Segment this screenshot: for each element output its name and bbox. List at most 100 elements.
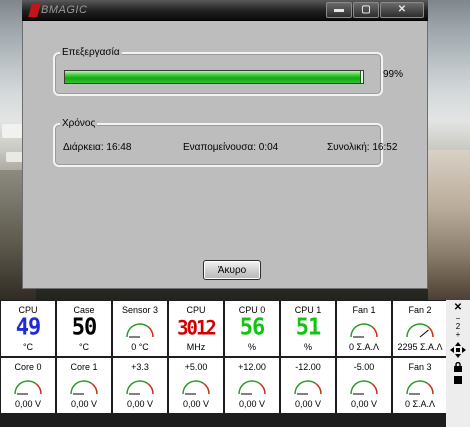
- cancel-button[interactable]: Άκυρο: [203, 260, 261, 280]
- sensor-value: 0,00 V: [238, 399, 266, 409]
- gauge-arc: [427, 383, 434, 395]
- sensor-cell[interactable]: Case 50 °C: [57, 301, 111, 356]
- processing-group: Επεξεργασία 99%: [53, 47, 403, 96]
- gauge-dial: [406, 380, 434, 395]
- gauge-arc: [427, 326, 434, 338]
- time-group: Χρόνος Διάρκεια: 16:48 Εναπομείνουσα: 0:…: [53, 118, 397, 167]
- sensor-cell[interactable]: +5.00 0,00 V: [169, 358, 223, 413]
- sensor-cell[interactable]: CPU 0 56%: [225, 301, 279, 356]
- sensor-title: Fan 1: [352, 305, 376, 315]
- gauge-arc: [238, 380, 261, 395]
- gadget-close-button[interactable]: ✕: [446, 303, 470, 313]
- gauge-dial: [406, 323, 434, 338]
- title-bar[interactable]: BMAGIC ▬ ▢ ✕: [22, 0, 428, 21]
- gauge-arc: [203, 383, 210, 395]
- progress-bar: [64, 70, 364, 84]
- remaining-text: Εναπομείνουσα: 0:04: [183, 142, 279, 153]
- sensor-cell[interactable]: CPU 3012 MHz: [169, 301, 223, 356]
- gauge-arc: [371, 326, 378, 338]
- gauge-dial: [126, 323, 154, 338]
- sensor-title: Core 0: [14, 362, 42, 372]
- sensor-value: 0,00 V: [70, 399, 98, 409]
- sensor-value: 2295 Σ.Α.Λ: [397, 342, 443, 352]
- gauge-dial: [182, 380, 210, 395]
- sensor-cell[interactable]: Core 0 0,00 V: [1, 358, 55, 413]
- progress-bar-fill: [65, 71, 362, 83]
- gauge-arc: [350, 323, 373, 338]
- sensor-value: 0,00 V: [294, 399, 322, 409]
- gauge-arc: [406, 323, 429, 338]
- sensor-value: MHz: [186, 342, 206, 352]
- maximize-button[interactable]: ▢: [353, 2, 379, 18]
- sensor-digits: 56: [239, 314, 266, 341]
- app-logo-text: BMAGIC: [41, 4, 88, 16]
- duration-text: Διάρκεια: 16:48: [63, 142, 132, 153]
- gauge-arc: [14, 380, 37, 395]
- gauge-arc: [147, 326, 154, 338]
- sensor-value: 0,00 V: [182, 399, 210, 409]
- sensor-gadget: CPU 49 °C Case 50 °C Sensor 30 °C CPU 3012 MHz CPU…: [0, 300, 470, 427]
- gauge-dial: [294, 380, 322, 395]
- gauge-dial: [350, 323, 378, 338]
- total-text: Συνολική: 16:52: [327, 142, 398, 153]
- sensor-title: -5.00: [353, 362, 375, 372]
- sensor-cell[interactable]: Fan 3 0 Σ.Α.Λ: [393, 358, 447, 413]
- gadget-size-up-button[interactable]: +: [446, 330, 470, 340]
- processing-group-label: Επεξεργασία: [60, 47, 122, 58]
- gauge-arc: [371, 383, 378, 395]
- gauge-dial: [126, 380, 154, 395]
- sensor-cell[interactable]: Fan 1 0 Σ.Α.Λ: [337, 301, 391, 356]
- sensor-cell[interactable]: Core 1 0,00 V: [57, 358, 111, 413]
- gauge-arc: [406, 380, 429, 395]
- sensor-cell[interactable]: Sensor 3 0 °C: [113, 301, 167, 356]
- sensor-digits: 3012: [177, 316, 217, 340]
- sensor-value: °C: [78, 342, 90, 352]
- sensor-title: -12.00: [295, 362, 321, 372]
- gauge-dial: [70, 380, 98, 395]
- background-rocks: [428, 150, 470, 300]
- sensor-cell[interactable]: -5.00 0,00 V: [337, 358, 391, 413]
- app-logo-icon: [28, 3, 41, 17]
- sensor-title: Fan 3: [408, 362, 432, 372]
- sensor-value: 0 °C: [131, 342, 149, 352]
- menu-square-icon[interactable]: [454, 376, 462, 384]
- sensor-cell[interactable]: -12.00 0,00 V: [281, 358, 335, 413]
- progress-percent: 99%: [383, 69, 404, 80]
- sensor-title: +3.3: [131, 362, 149, 372]
- sensor-digits: 51: [295, 314, 322, 341]
- move-arrows-icon[interactable]: [450, 342, 466, 358]
- sensor-value: 0,00 V: [126, 399, 154, 409]
- gauge-arc: [126, 380, 149, 395]
- sensor-value: 0 Σ.Α.Λ: [404, 399, 436, 409]
- sensor-title: Fan 2: [408, 305, 432, 315]
- sensor-value: 0,00 V: [350, 399, 378, 409]
- sensor-cell[interactable]: CPU 49 °C: [1, 301, 55, 356]
- sensor-value: 0,00 V: [14, 399, 42, 409]
- sensor-digits: 50: [71, 314, 98, 341]
- gauge-arc: [259, 383, 266, 395]
- lock-icon[interactable]: [453, 362, 463, 372]
- sensor-title: Core 1: [70, 362, 98, 372]
- gauge-arc: [315, 383, 322, 395]
- sensor-cell[interactable]: +3.3 0,00 V: [113, 358, 167, 413]
- sensor-value: 0 Σ.Α.Λ: [348, 342, 380, 352]
- gauge-arc: [350, 380, 373, 395]
- sensor-title: Sensor 3: [121, 305, 159, 315]
- gauge-dial: [14, 380, 42, 395]
- sensor-title: CPU: [186, 305, 206, 315]
- minimize-button[interactable]: ▬: [326, 2, 352, 18]
- gauge-arc: [35, 383, 42, 395]
- sensor-value: %: [247, 342, 256, 352]
- sensor-cell[interactable]: CPU 1 51%: [281, 301, 335, 356]
- sensor-cell[interactable]: Fan 2 2295 Σ.Α.Λ: [393, 301, 447, 356]
- gadget-side-controls: ✕ − 2 +: [446, 300, 470, 427]
- gauge-arc: [182, 380, 205, 395]
- gauge-arc: [91, 383, 98, 395]
- sensor-cell[interactable]: +12.00 0,00 V: [225, 358, 279, 413]
- app-logo: BMAGIC: [28, 3, 88, 17]
- progress-dialog: BMAGIC ▬ ▢ ✕ Επεξεργασία 99% Χρόνος Διάρ…: [22, 0, 428, 290]
- gauge-arc: [70, 380, 93, 395]
- close-button[interactable]: ✕: [380, 2, 424, 18]
- sensor-digits: 49: [15, 314, 42, 341]
- dialog-body: Επεξεργασία 99% Χρόνος Διάρκεια: 16:48 Ε…: [22, 21, 428, 289]
